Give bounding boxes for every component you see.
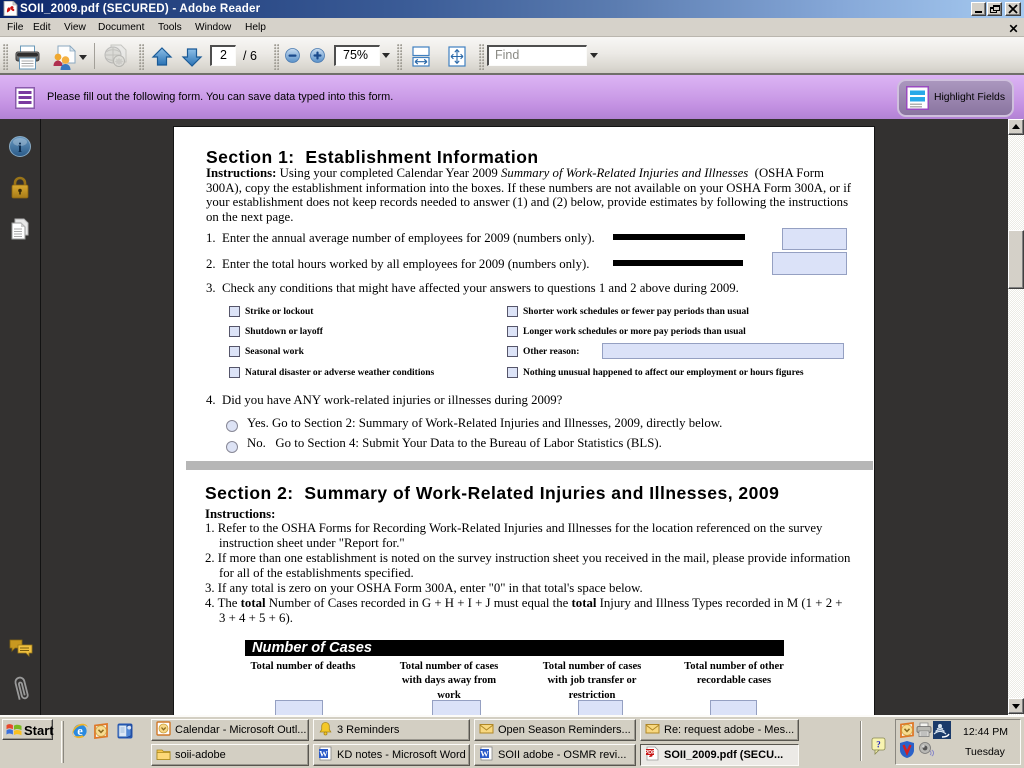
svg-text:i: i	[18, 141, 22, 156]
svg-text:?: ?	[876, 740, 881, 750]
svg-text:W: W	[480, 749, 489, 759]
svg-text:W: W	[319, 749, 328, 759]
